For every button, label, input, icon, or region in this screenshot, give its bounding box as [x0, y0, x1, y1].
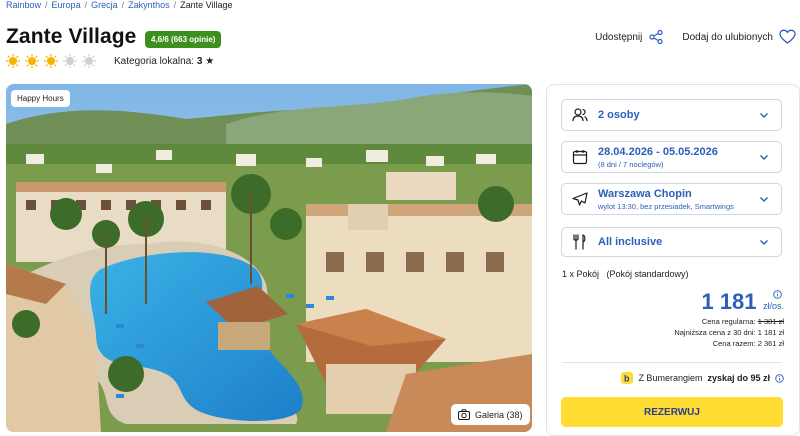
breadcrumb-separator: / [173, 0, 177, 10]
price-per-person: 1 181 [701, 289, 757, 314]
cutlery-icon [573, 234, 586, 250]
dates-selector[interactable]: 28.04.2026 - 05.05.2026 (8 dni / 7 nocle… [561, 141, 782, 173]
bumerang-text: Z Bumerangiem [638, 373, 703, 383]
breadcrumb-current: Zante Village [180, 0, 233, 10]
guests-selector[interactable]: 2 osoby [561, 99, 782, 131]
camera-icon [458, 409, 470, 420]
bumerang-amount: zyskaj do 95 zł [707, 373, 770, 383]
total-price: Cena razem: 2 361 zł [674, 339, 784, 348]
breadcrumb-link-europa[interactable]: Europa [52, 0, 81, 10]
price-unit: zł/os. [762, 301, 784, 311]
favorite-button[interactable]: Dodaj do ulubionych [682, 29, 796, 45]
gallery-label: Galeria (38) [475, 409, 523, 420]
local-category: Kategoria lokalna: 3 ★ [114, 56, 214, 67]
chevron-down-icon [760, 197, 768, 202]
regular-price-label: Cena regularna: [701, 317, 756, 326]
share-button[interactable]: Udostępnij [595, 29, 664, 45]
board-value: All inclusive [598, 236, 663, 248]
user-icon [572, 108, 588, 122]
heart-icon [779, 29, 796, 44]
header-actions: Udostępnij Dodaj do ulubionych [595, 29, 796, 45]
hotel-title: Zante Village [6, 25, 137, 48]
sun-icon [25, 54, 39, 68]
regular-price-value: 1 381 zł [757, 317, 784, 326]
local-category-value: 3 [196, 56, 203, 67]
breadcrumb-separator: / [84, 0, 88, 10]
bumerang-icon: b [621, 372, 634, 384]
lowest-price-30d: Najniższa cena z 30 dni: 1 181 zł [674, 328, 784, 337]
guests-value: 2 osoby [598, 109, 640, 121]
total-price-text: Cena razem: 2 361 zł [712, 339, 784, 348]
dates-value: 28.04.2026 - 05.05.2026 [598, 145, 718, 158]
calendar-icon [572, 150, 588, 165]
local-category-label: Kategoria lokalna: [114, 56, 195, 67]
room-summary: 1 x Pokój (Pokój standardowy) [562, 269, 689, 279]
sun-icon [44, 54, 58, 68]
bumerang-promo[interactable]: b Z Bumerangiem zyskaj do 95 zł [621, 372, 784, 384]
sun-icon-empty [63, 54, 77, 68]
chevron-down-icon [760, 240, 768, 245]
info-icon[interactable] [775, 373, 784, 383]
sun-icon-empty [82, 54, 96, 68]
chevron-down-icon [760, 113, 768, 118]
reserve-button[interactable]: REZERWUJ [561, 397, 783, 427]
chevron-down-icon [760, 155, 768, 160]
breadcrumb-link-grecja[interactable]: Grecja [91, 0, 118, 10]
price-block: 1 181 zł/os. Cena regularna: 1 381 zł Na… [674, 289, 784, 348]
hotel-photo[interactable] [6, 84, 532, 432]
share-icon [649, 29, 663, 45]
flight-details: wylot 13:30, bez przesiadek, Smartwings [598, 201, 734, 211]
regular-price: Cena regularna: 1 381 zł [674, 317, 784, 326]
star-icon: ★ [205, 56, 215, 67]
share-label: Udostępnij [595, 31, 643, 43]
dates-duration: (8 dni / 7 noclegów) [598, 159, 664, 169]
flight-selector[interactable]: Warszawa Chopin wylot 13:30, bez przesia… [561, 183, 782, 215]
sun-rating [6, 54, 96, 68]
info-icon[interactable] [773, 290, 782, 299]
happy-hours-badge: Happy Hours [11, 90, 70, 107]
breadcrumb-separator: / [121, 0, 125, 10]
divider [562, 362, 782, 363]
flight-value: Warszawa Chopin [598, 187, 692, 200]
svg-text:b: b [624, 374, 630, 384]
breadcrumb: Rainbow / Europa / Grecja / Zakynthos / Zante Vi… [6, 0, 233, 10]
breadcrumb-link-rainbow[interactable]: Rainbow [6, 0, 41, 10]
resort-image [6, 84, 532, 432]
rating-badge[interactable]: 4,6/6 (663 opinie) [145, 31, 222, 48]
airplane-icon [572, 192, 588, 206]
favorite-label: Dodaj do ulubionych [682, 31, 773, 43]
breadcrumb-link-zakynthos[interactable]: Zakynthos [128, 0, 170, 10]
breadcrumb-separator: / [45, 0, 48, 10]
gallery-button[interactable]: Galeria (38) [451, 404, 530, 425]
board-selector[interactable]: All inclusive [561, 227, 782, 257]
sun-icon [6, 54, 20, 68]
